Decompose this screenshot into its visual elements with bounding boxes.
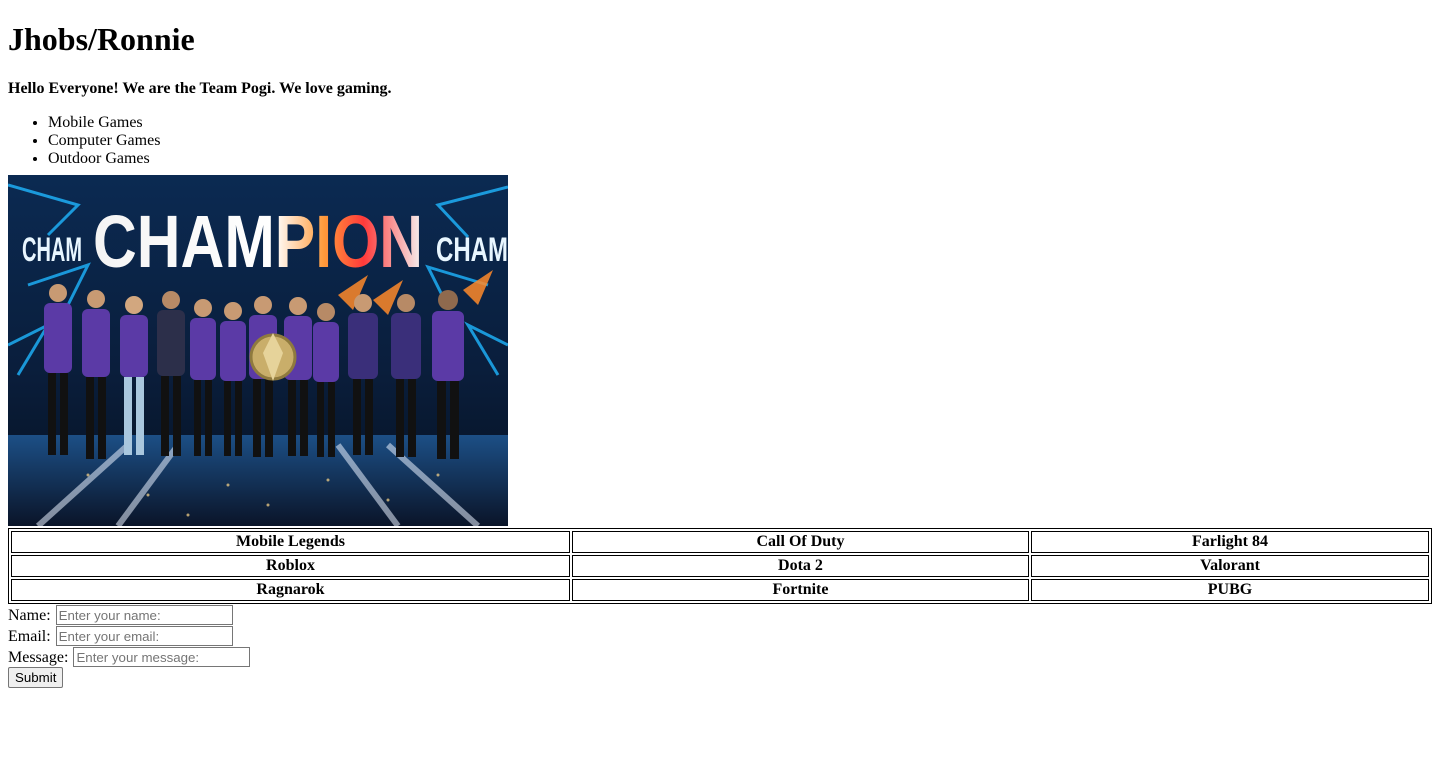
email-field[interactable] <box>55 626 233 647</box>
message-label: Message: <box>8 648 69 666</box>
table-cell: Ragnarok <box>11 579 570 601</box>
table-row: Mobile Legends Call Of Duty Farlight 84 <box>11 531 1429 553</box>
contact-form: Name: Email: Message: Submit <box>8 604 1431 688</box>
game-category-list: Mobile Games Computer Games Outdoor Game… <box>8 114 1431 168</box>
table-cell: PUBG <box>1031 579 1429 601</box>
page: Jhobs/Ronnie Hello Everyone! We are the … <box>0 0 1439 688</box>
submit-button[interactable]: Submit <box>8 667 64 688</box>
name-row: Name: <box>8 604 1431 626</box>
page-tagline: Hello Everyone! We are the Team Pogi. We… <box>8 80 392 97</box>
list-item: Mobile Games <box>48 114 1431 132</box>
team-photo-graphic: CHAMPION CHAM CHAM <box>8 175 508 526</box>
list-item: Outdoor Games <box>48 150 1431 168</box>
page-title: Jhobs/Ronnie <box>8 21 195 57</box>
banner-side-text-left: CHAM <box>22 231 82 269</box>
message-row: Message: <box>8 646 1431 668</box>
email-row: Email: <box>8 625 1431 647</box>
table-cell: Farlight 84 <box>1031 531 1429 553</box>
submit-row: Submit <box>8 667 1431 688</box>
table-cell: Valorant <box>1031 555 1429 577</box>
games-table: Mobile Legends Call Of Duty Farlight 84 … <box>8 528 1432 604</box>
table-row: Roblox Dota 2 Valorant <box>11 555 1429 577</box>
email-label: Email: <box>8 627 51 645</box>
banner-text: CHAMPION <box>93 200 423 283</box>
banner-side-text-right: CHAM <box>436 231 508 269</box>
table-cell: Call Of Duty <box>572 531 1029 553</box>
table-cell: Dota 2 <box>572 555 1029 577</box>
trophy-graphic <box>249 333 297 381</box>
table-cell: Roblox <box>11 555 570 577</box>
name-label: Name: <box>8 606 51 624</box>
table-cell: Mobile Legends <box>11 531 570 553</box>
table-row: Ragnarok Fortnite PUBG <box>11 579 1429 601</box>
list-item: Computer Games <box>48 132 1431 150</box>
message-field[interactable] <box>73 647 251 668</box>
team-champion-photo: CHAMPION CHAM CHAM <box>8 175 508 526</box>
name-field[interactable] <box>55 605 233 626</box>
table-cell: Fortnite <box>572 579 1029 601</box>
